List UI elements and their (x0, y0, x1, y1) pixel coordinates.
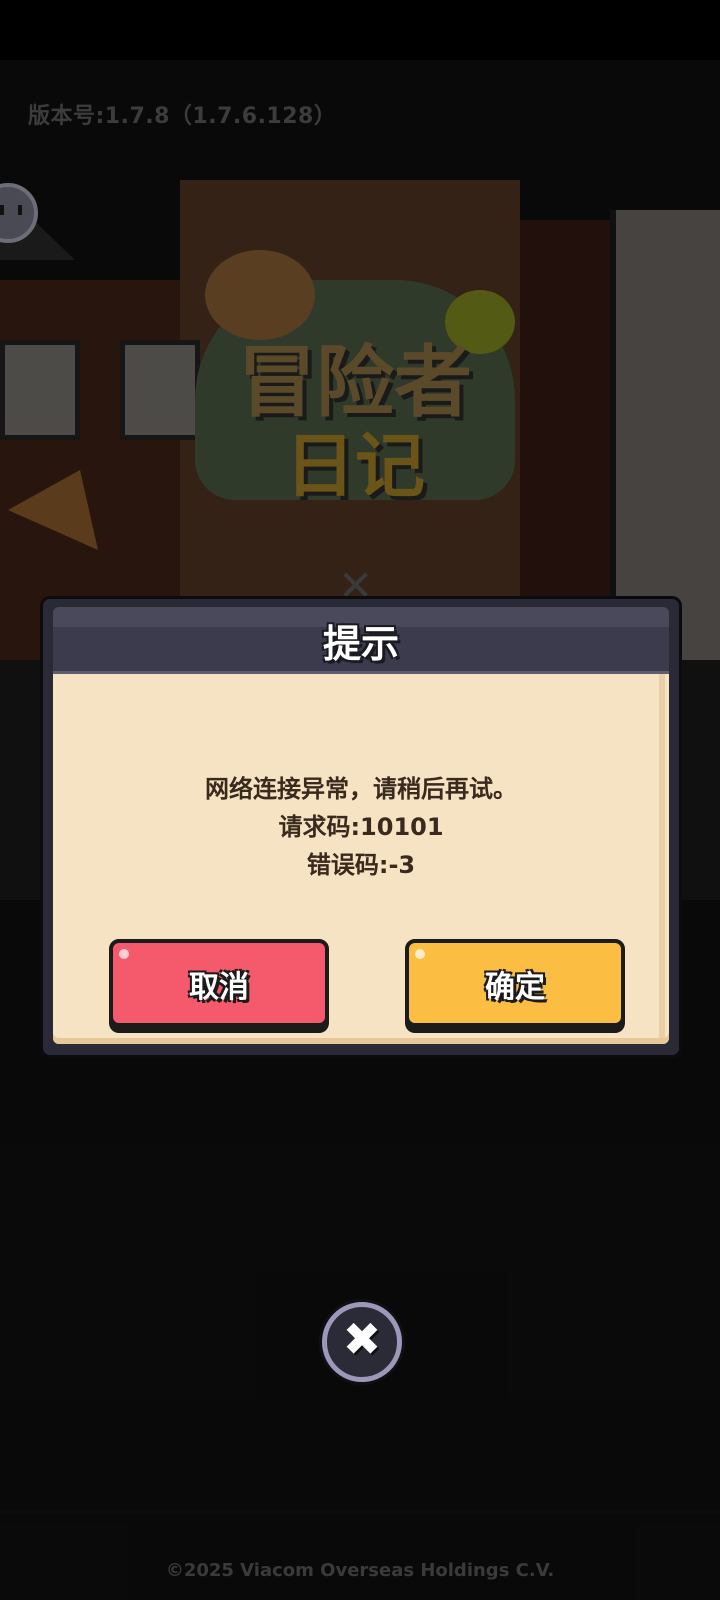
dialog-title: 提示 (322, 622, 399, 666)
confirm-button[interactable]: 确定 (405, 939, 625, 1027)
game-logo: 冒险者 日记 (175, 250, 535, 520)
message-line: 网络连接异常，请稍后再试。 (205, 775, 517, 803)
alert-dialog: 提示 网络连接异常，请稍后再试。 请求码:10101 错误码:-3 取消 确定 (40, 596, 682, 1058)
copyright-text: ©2025 Viacom Overseas Holdings C.V. (165, 1560, 555, 1581)
dialog-header: 提示 (53, 607, 669, 674)
dialog-frame: 提示 网络连接异常，请稍后再试。 请求码:10101 错误码:-3 取消 确定 (40, 596, 682, 1058)
dialog-body: 网络连接异常，请稍后再试。 请求码:10101 错误码:-3 取消 确定 (53, 674, 669, 1044)
button-shine (415, 949, 425, 959)
confirm-button-label: 确定 (485, 970, 545, 1005)
logo-subtitle: 日记 (285, 425, 425, 507)
cancel-button[interactable]: 取消 (109, 939, 329, 1027)
request-code-line: 请求码:10101 (278, 813, 444, 841)
version-label: 版本号:1.7.8（1.7.6.128） (28, 104, 337, 129)
button-shine (119, 949, 129, 959)
close-button[interactable]: ✖ (322, 1302, 402, 1382)
cancel-button-label: 取消 (189, 970, 249, 1005)
status-bar (0, 0, 720, 60)
error-code-line: 错误码:-3 (306, 851, 416, 879)
footer-divider (0, 1510, 720, 1514)
dialog-message: 网络连接异常，请稍后再试。 请求码:10101 错误码:-3 (53, 770, 669, 884)
close-icon: ✖ (342, 1312, 382, 1366)
